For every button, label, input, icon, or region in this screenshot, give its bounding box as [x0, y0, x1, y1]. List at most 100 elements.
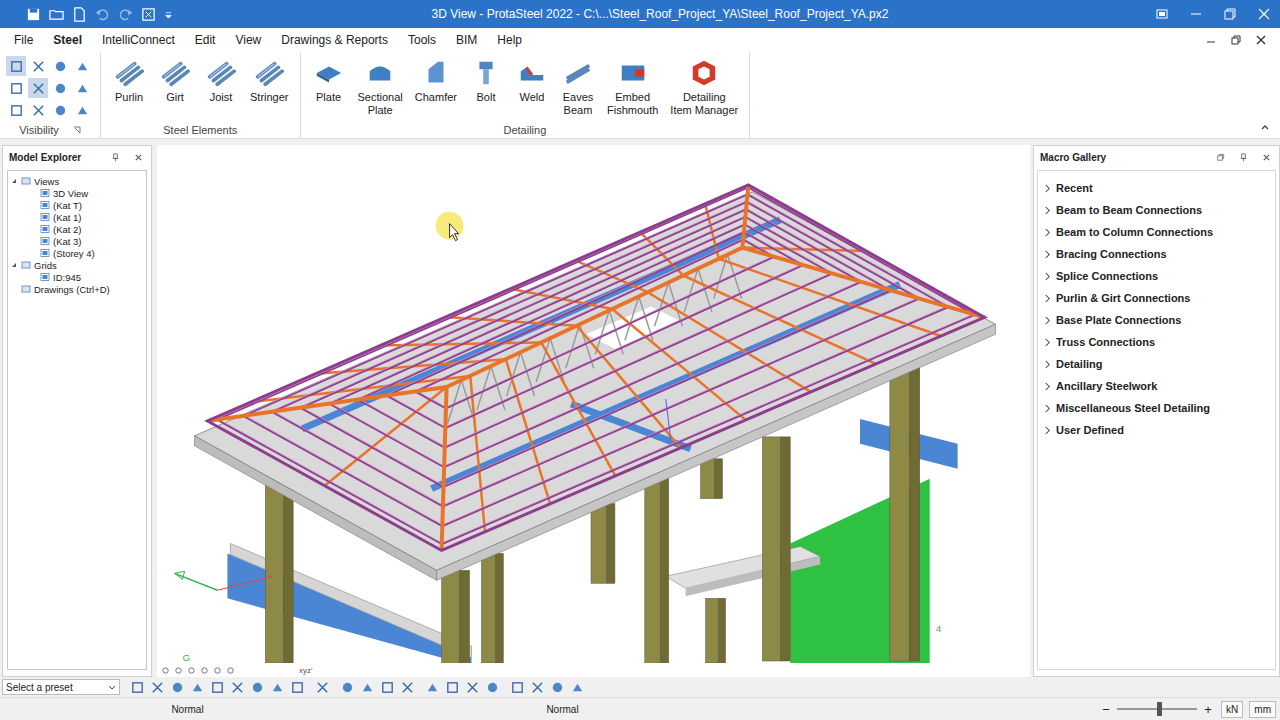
visibility-icon[interactable] — [9, 81, 24, 96]
column[interactable] — [442, 570, 470, 663]
view-tool-icon[interactable] — [213, 666, 222, 675]
visibility-icon[interactable] — [75, 59, 90, 74]
purlin[interactable] — [387, 232, 744, 396]
filter-tool-icon[interactable] — [340, 680, 355, 695]
unit-button[interactable]: kN — [1221, 701, 1243, 718]
ribbon-button[interactable]: Bolt — [464, 56, 508, 122]
view-tool-icon[interactable] — [174, 666, 183, 675]
filter-tool-icon[interactable] — [360, 680, 375, 695]
menu-tab[interactable]: Steel — [43, 33, 92, 47]
macro-category[interactable]: Truss Connections — [1038, 331, 1275, 353]
ribbon-button[interactable]: Plate — [307, 56, 351, 122]
purlin[interactable] — [442, 307, 948, 526]
zoom-in-button[interactable]: + — [1201, 702, 1215, 717]
macro-category[interactable]: Bracing Connections — [1038, 243, 1275, 265]
macro-category[interactable]: Ancillary Steelwork — [1038, 375, 1275, 397]
fullscreen-icon[interactable] — [1154, 6, 1170, 22]
purlin[interactable] — [387, 396, 446, 428]
view-tool-icon[interactable] — [226, 666, 235, 675]
tree-leaf[interactable]: (Storey 4) — [10, 247, 144, 259]
preset-dropdown[interactable]: Select a preset — [2, 679, 120, 695]
visibility-icon[interactable] — [31, 103, 46, 118]
visibility-icon[interactable] — [53, 103, 68, 118]
purlin[interactable] — [243, 416, 442, 526]
visibility-tool[interactable] — [50, 78, 70, 98]
eave-purlin[interactable] — [207, 185, 984, 551]
undo-icon[interactable] — [95, 7, 110, 22]
visibility-icon[interactable] — [53, 59, 68, 74]
ribbon-button[interactable]: EavesBeam — [556, 56, 600, 122]
filter-tool-icon[interactable] — [425, 680, 440, 695]
purlin[interactable] — [329, 217, 745, 404]
column[interactable] — [890, 367, 920, 661]
purlin[interactable] — [445, 265, 803, 428]
column[interactable] — [701, 459, 723, 499]
building-model[interactable]: G4 — [157, 145, 1030, 663]
purlin[interactable] — [444, 290, 891, 487]
filter-tool-icon[interactable] — [270, 680, 285, 695]
purlin[interactable] — [217, 187, 748, 419]
tree-node[interactable]: Views — [10, 175, 144, 187]
tree-leaf[interactable]: ID:945 — [10, 271, 144, 283]
collapsed-icon[interactable] — [10, 285, 18, 293]
tree-node[interactable]: Drawings (Ctrl+D) — [10, 283, 144, 295]
hip-rafter[interactable] — [442, 387, 447, 550]
visibility-icon[interactable] — [9, 103, 24, 118]
3d-viewport[interactable]: G4 xyz' — [157, 145, 1030, 677]
expanded-icon[interactable] — [10, 177, 18, 185]
dialog-launcher-icon[interactable] — [73, 126, 81, 134]
purlin[interactable] — [415, 391, 445, 408]
tree-leaf[interactable]: (Kat 2) — [10, 223, 144, 235]
filter-tool-icon[interactable] — [130, 680, 145, 695]
menu-tab[interactable]: Help — [487, 33, 532, 47]
ribbon-button[interactable]: SectionalPlate — [353, 56, 408, 122]
tree-node[interactable]: Grids — [10, 259, 144, 271]
close-icon[interactable] — [1262, 153, 1271, 162]
filter-tool-icon[interactable] — [380, 680, 395, 695]
column[interactable] — [265, 479, 293, 663]
filter-tool-icon[interactable] — [210, 680, 225, 695]
filter-tool-icon[interactable] — [485, 680, 500, 695]
purlin[interactable] — [358, 400, 445, 448]
filter-tool-icon[interactable] — [510, 680, 525, 695]
visibility-tool[interactable] — [6, 100, 26, 120]
restore-icon[interactable] — [1222, 6, 1238, 22]
filter-tool-icon[interactable] — [445, 680, 460, 695]
purlin[interactable] — [444, 282, 861, 467]
menu-tab[interactable]: BIM — [446, 33, 487, 47]
ribbon-button[interactable]: DetailingItem Manager — [665, 56, 743, 122]
menu-tab[interactable]: File — [4, 33, 43, 47]
visibility-tool[interactable] — [28, 56, 48, 76]
purlin[interactable] — [272, 412, 443, 507]
visibility-tool[interactable] — [6, 56, 26, 76]
doc-minimize-icon[interactable] — [1205, 34, 1217, 46]
purlin[interactable] — [446, 257, 774, 409]
doc-restore-icon[interactable] — [1230, 34, 1242, 46]
visibility-icon[interactable] — [53, 81, 68, 96]
visibility-icon[interactable] — [31, 81, 46, 96]
macro-category[interactable]: Detailing — [1038, 353, 1275, 375]
filter-tool-icon[interactable] — [190, 680, 205, 695]
visibility-icon[interactable] — [31, 59, 46, 74]
unit-button[interactable]: mm — [1249, 701, 1276, 718]
purlin[interactable] — [744, 232, 803, 265]
tree-leaf[interactable]: (Kat 1) — [10, 211, 144, 223]
tree-leaf[interactable]: (Kat 3) — [10, 235, 144, 247]
menu-tab[interactable]: View — [225, 33, 271, 47]
view-tool-icon[interactable] — [161, 666, 170, 675]
hip-rafter[interactable] — [742, 248, 984, 318]
macro-category[interactable]: Splice Connections — [1038, 265, 1275, 287]
pin-icon[interactable] — [1239, 153, 1248, 162]
visibility-icon[interactable] — [75, 103, 90, 118]
visibility-tool[interactable] — [72, 78, 92, 98]
column[interactable] — [762, 437, 790, 661]
filter-tool-icon[interactable] — [315, 680, 330, 695]
hip-rafter[interactable] — [447, 248, 743, 387]
macro-category[interactable]: Base Plate Connections — [1038, 309, 1275, 331]
open-folder-icon[interactable] — [49, 7, 64, 22]
column[interactable] — [481, 553, 503, 663]
hip-rafter[interactable] — [742, 185, 748, 248]
filter-tool-icon[interactable] — [230, 680, 245, 695]
ribbon-button[interactable]: EmbedFishmouth — [602, 56, 663, 122]
zoom-out-button[interactable]: − — [1099, 702, 1113, 717]
